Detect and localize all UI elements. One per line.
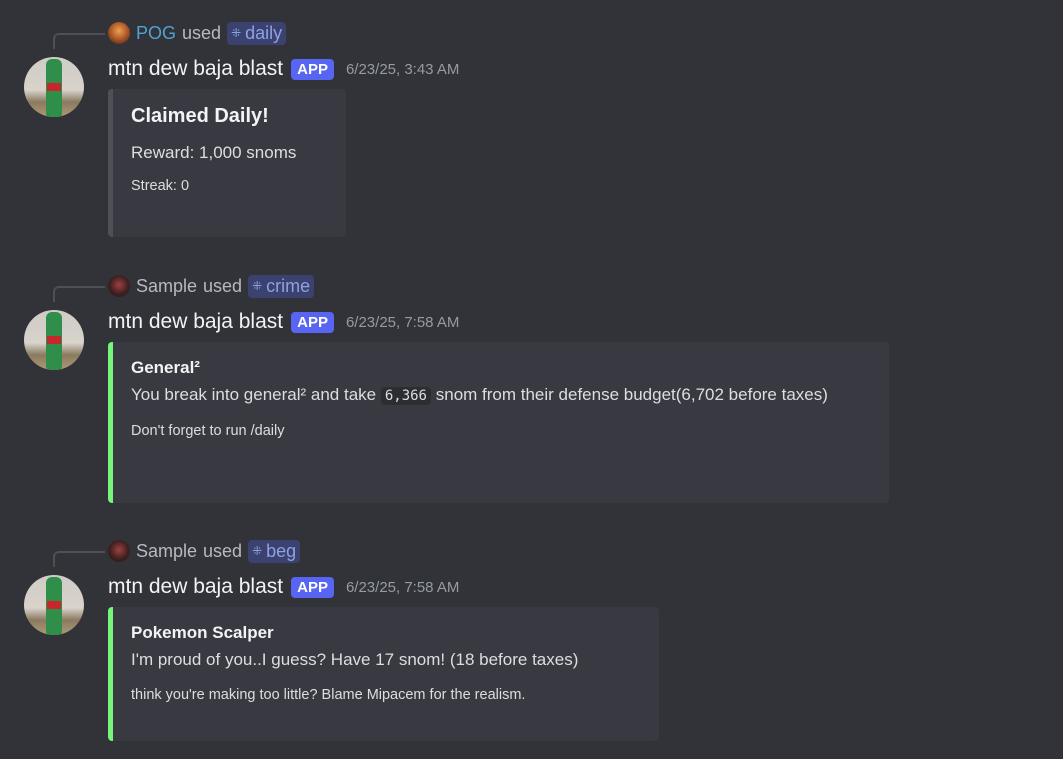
bot-avatar[interactable]	[24, 310, 84, 370]
used-label: used	[182, 22, 222, 43]
command-chip[interactable]: ⁜ crime	[248, 274, 315, 298]
amount-code: 6,366	[380, 387, 431, 405]
reply-spine	[53, 286, 105, 302]
timestamp[interactable]: 6/23/25, 7:58 AM	[346, 314, 459, 331]
embed-title: General²	[131, 358, 200, 377]
embed: Pokemon Scalper I'm proud of you..I gues…	[108, 607, 659, 741]
reply-spine	[53, 33, 105, 49]
command-reply-line: Sample used ⁜ beg	[108, 538, 301, 564]
embed-footer: Streak: 0	[131, 178, 190, 194]
bot-avatar[interactable]	[24, 57, 84, 117]
command-chip[interactable]: ⁜ beg	[248, 539, 301, 563]
used-label: used	[203, 540, 243, 561]
bot-name[interactable]: mtn dew baja blast	[108, 57, 283, 81]
embed-footer: Don't forget to run /daily	[131, 423, 285, 439]
username[interactable]: Sample	[136, 541, 197, 562]
message-header: mtn dew baja blast APP 6/23/25, 3:43 AM	[108, 57, 459, 81]
user-avatar[interactable]	[108, 275, 130, 297]
app-badge: APP	[291, 58, 334, 80]
embed: Claimed Daily! Reward: 1,000 snoms Strea…	[108, 89, 346, 237]
app-badge: APP	[291, 576, 334, 598]
app-command-icon: ⁜	[231, 26, 242, 40]
command-chip[interactable]: ⁜ daily	[227, 21, 287, 45]
command-reply-line: POG used ⁜ daily	[108, 20, 287, 46]
embed-footer: think you're making too little? Blame Mi…	[131, 687, 526, 703]
embed-description: You break into general² and take 6,366 s…	[131, 385, 828, 405]
reply-spine	[53, 551, 105, 567]
embed-title: Pokemon Scalper	[131, 623, 274, 642]
username[interactable]: POG	[136, 23, 176, 44]
command-reply-line: Sample used ⁜ crime	[108, 273, 315, 299]
bot-name[interactable]: mtn dew baja blast	[108, 575, 283, 599]
app-command-icon: ⁜	[252, 544, 263, 558]
used-label: used	[203, 275, 243, 296]
embed: General² You break into general² and tak…	[108, 342, 889, 503]
timestamp[interactable]: 6/23/25, 7:58 AM	[346, 579, 459, 596]
command-name: beg	[266, 540, 297, 561]
app-command-icon: ⁜	[252, 279, 263, 293]
timestamp[interactable]: 6/23/25, 3:43 AM	[346, 61, 459, 78]
message-header: mtn dew baja blast APP 6/23/25, 7:58 AM	[108, 310, 459, 334]
user-avatar[interactable]	[108, 540, 130, 562]
bot-avatar[interactable]	[24, 575, 84, 635]
embed-description: I'm proud of you..I guess? Have 17 snom!…	[131, 650, 579, 669]
embed-description: Reward: 1,000 snoms	[131, 143, 297, 162]
user-avatar[interactable]	[108, 22, 130, 44]
message-header: mtn dew baja blast APP 6/23/25, 7:58 AM	[108, 575, 459, 599]
bot-name[interactable]: mtn dew baja blast	[108, 310, 283, 334]
command-name: crime	[266, 275, 311, 296]
command-name: daily	[245, 22, 283, 43]
embed-title: Claimed Daily!	[131, 105, 269, 127]
app-badge: APP	[291, 311, 334, 333]
username[interactable]: Sample	[136, 276, 197, 297]
